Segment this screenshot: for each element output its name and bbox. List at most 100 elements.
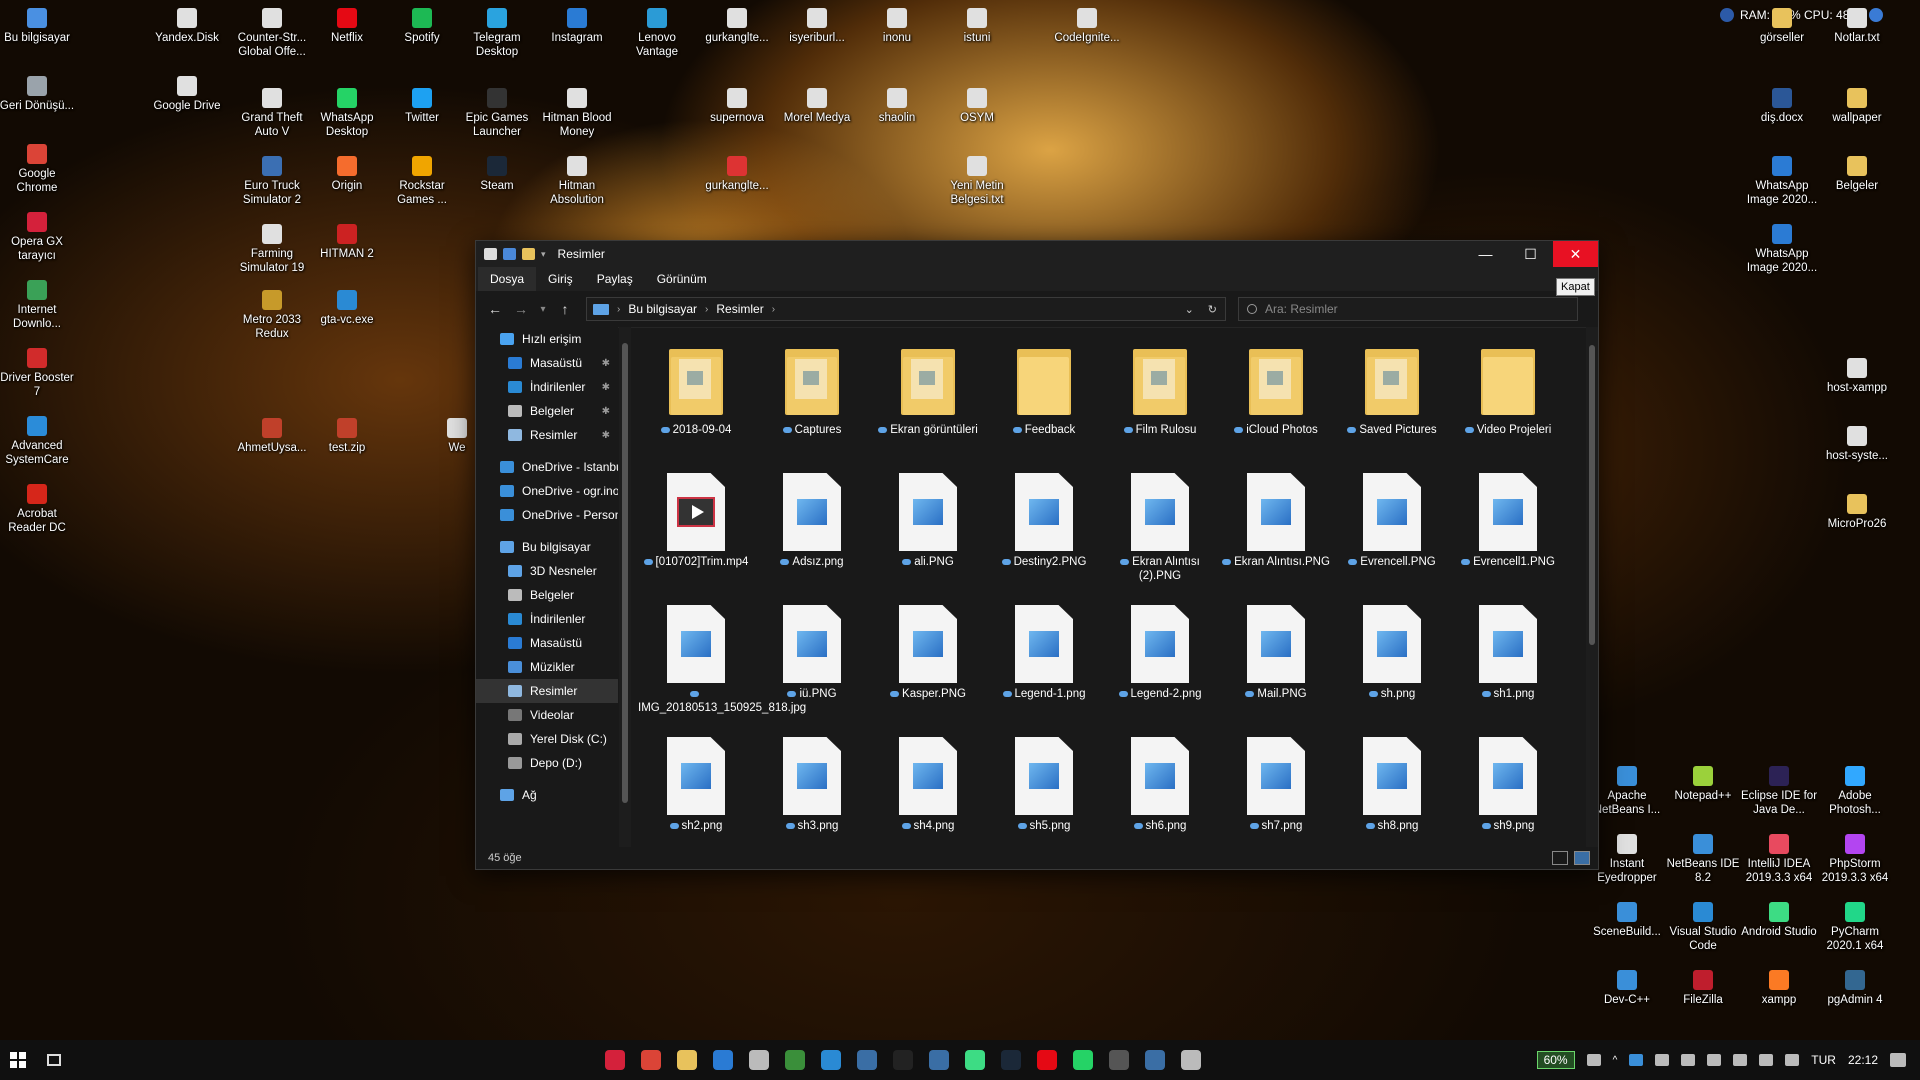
file-item[interactable]: Ekran Alıntısı (2).PNG	[1102, 473, 1218, 605]
file-item[interactable]: sh8.png	[1334, 737, 1450, 847]
netflix-icon[interactable]	[1037, 1050, 1057, 1070]
desktop-icon[interactable]: SceneBuild...	[1588, 902, 1666, 939]
file-item[interactable]: iü.PNG	[754, 605, 870, 737]
desktop-icon[interactable]: Hitman Blood Money	[538, 88, 616, 139]
folder-item[interactable]: Captures	[754, 341, 870, 473]
refresh-icon[interactable]: ↻	[1208, 303, 1217, 316]
file-item[interactable]: Ekran Alıntısı.PNG	[1218, 473, 1334, 605]
desktop-icon[interactable]: Internet Downlo...	[0, 280, 76, 331]
search-box[interactable]: Ara: Resimler	[1238, 297, 1578, 321]
window-menu-icon[interactable]	[484, 248, 497, 260]
desktop-icon[interactable]: Euro Truck Simulator 2	[233, 156, 311, 207]
desktop-icon[interactable]: IntelliJ IDEA 2019.3.3 x64	[1740, 834, 1818, 885]
photos-icon[interactable]	[1145, 1050, 1165, 1070]
file-item[interactable]: Evrencell.PNG	[1334, 473, 1450, 605]
desktop-icon[interactable]: MicroPro26	[1818, 494, 1896, 531]
desktop-icon[interactable]: Driver Booster 7	[0, 348, 76, 399]
desktop-icon[interactable]: Spotify	[383, 8, 461, 45]
desktop-icon[interactable]: Netflix	[308, 8, 386, 45]
desktop-icon[interactable]: Twitter	[383, 88, 461, 125]
nav-item[interactable]: OneDrive - ogr.inonu	[476, 479, 618, 503]
tray-icon[interactable]	[1681, 1054, 1696, 1066]
nav-item[interactable]: Ağ	[476, 783, 618, 807]
tab-dosya[interactable]: Dosya	[478, 267, 537, 291]
desktop-icon[interactable]: Telegram Desktop	[458, 8, 536, 59]
nav-item[interactable]: Müzikler	[476, 655, 618, 679]
whatsapp-icon[interactable]	[1073, 1050, 1093, 1070]
desktop-icon[interactable]: Rockstar Games ...	[383, 156, 461, 207]
back-button[interactable]: ←	[482, 301, 508, 317]
desktop-icon[interactable]: WhatsApp Image 2020...	[1743, 224, 1821, 275]
tray-icon[interactable]	[1586, 1054, 1601, 1066]
terminal-icon[interactable]	[785, 1050, 805, 1070]
nav-item[interactable]: Yerel Disk (C:)	[476, 727, 618, 751]
nav-item[interactable]: Resimler	[476, 679, 618, 703]
desktop-icon[interactable]: supernova	[698, 88, 776, 125]
desktop-icon[interactable]: istuni	[938, 8, 1016, 45]
file-item[interactable]: Adsız.png	[754, 473, 870, 605]
file-item[interactable]: sh2.png	[638, 737, 754, 847]
content-scrollbar[interactable]	[1586, 327, 1598, 847]
desktop-icon[interactable]: OSYM	[938, 88, 1016, 125]
desktop-icon[interactable]: Eclipse IDE for Java De...	[1740, 766, 1818, 817]
desktop-icon[interactable]: Grand Theft Auto V	[233, 88, 311, 139]
steam-alt-icon[interactable]	[1001, 1050, 1021, 1070]
nav-item[interactable]: Bu bilgisayar	[476, 535, 618, 559]
folder-item[interactable]: Ekran görüntüleri	[870, 341, 986, 473]
folder-item[interactable]: 2018-09-04	[638, 341, 754, 473]
desktop-icon[interactable]: Metro 2033 Redux	[233, 290, 311, 341]
file-item[interactable]: sh5.png	[986, 737, 1102, 847]
desktop-icon[interactable]: Steam	[458, 156, 536, 193]
desktop-icon[interactable]: Belgeler	[1818, 156, 1896, 193]
desktop-icon[interactable]: Android Studio	[1740, 902, 1818, 939]
desktop-icon[interactable]: PyCharm 2020.1 x64	[1816, 902, 1894, 953]
desktop-icon[interactable]: Bu bilgisayar	[0, 8, 76, 45]
desktop-icon[interactable]: gurkanglte...	[698, 156, 776, 193]
file-item[interactable]: sh9.png	[1450, 737, 1566, 847]
desktop-icon[interactable]: Instant Eyedropper	[1588, 834, 1666, 885]
close-button[interactable]: ✕	[1553, 241, 1598, 267]
desktop-icon[interactable]: Notlar.txt	[1818, 8, 1896, 45]
recent-locations-button[interactable]: ▾	[534, 304, 552, 315]
file-item[interactable]: IMG_20180513_150925_818.jpg	[638, 605, 806, 737]
nav-item[interactable]: İndirilenler	[476, 607, 618, 631]
desktop-icon[interactable]: NetBeans IDE 8.2	[1664, 834, 1742, 885]
title-bar[interactable]: ▾ Resimler — ☐ ✕	[476, 241, 1598, 267]
folder-item[interactable]: iCloud Photos	[1218, 341, 1334, 473]
desktop-icon[interactable]: WhatsApp Image 2020...	[1743, 156, 1821, 207]
file-item[interactable]: Legend-2.png	[1102, 605, 1218, 737]
settings-icon[interactable]	[749, 1050, 769, 1070]
clock[interactable]: 22:12	[1848, 1053, 1878, 1067]
desktop-icon[interactable]: isyeriburl...	[778, 8, 856, 45]
desktop-icon[interactable]: gta-vc.exe	[308, 290, 386, 327]
desktop-icon[interactable]: Visual Studio Code	[1664, 902, 1742, 953]
folder-item[interactable]: Feedback	[986, 341, 1102, 473]
up-button[interactable]: ↑	[552, 301, 578, 317]
opera-icon[interactable]	[605, 1050, 625, 1070]
desktop-icon[interactable]: Notepad++	[1664, 766, 1742, 803]
file-item[interactable]: ali.PNG	[870, 473, 986, 605]
desktop-icon[interactable]: pgAdmin 4	[1816, 970, 1894, 1007]
nav-item[interactable]: Hızlı erişim	[476, 327, 618, 351]
folder-item[interactable]: Saved Pictures	[1334, 341, 1450, 473]
breadcrumb-this-pc[interactable]: Bu bilgisayar	[628, 302, 697, 316]
file-item[interactable]: sh6.png	[1102, 737, 1218, 847]
file-explorer-icon[interactable]	[677, 1050, 697, 1070]
calculator-icon[interactable]	[1109, 1050, 1129, 1070]
forward-button[interactable]: →	[508, 301, 534, 317]
desktop-icon[interactable]: FileZilla	[1664, 970, 1742, 1007]
customize-toolbar-icon[interactable]: ▾	[541, 249, 546, 260]
chevron-right-icon[interactable]: ›	[772, 304, 775, 315]
task-view-button[interactable]	[36, 1054, 72, 1066]
folder-item[interactable]: Video Projeleri	[1450, 341, 1566, 473]
desktop-icon[interactable]: Google Chrome	[0, 144, 76, 195]
desktop-icon[interactable]: shaolin	[858, 88, 936, 125]
large-icons-view-button[interactable]	[1574, 851, 1590, 865]
desktop-icon[interactable]: Dev-C++	[1588, 970, 1666, 1007]
chrome-icon[interactable]	[641, 1050, 661, 1070]
file-item[interactable]: sh.png	[1334, 605, 1450, 737]
wifi-icon[interactable]	[1759, 1054, 1774, 1066]
chevron-right-icon[interactable]: ›	[705, 304, 708, 315]
properties-icon[interactable]	[503, 248, 516, 260]
file-item[interactable]: Kasper.PNG	[870, 605, 986, 737]
